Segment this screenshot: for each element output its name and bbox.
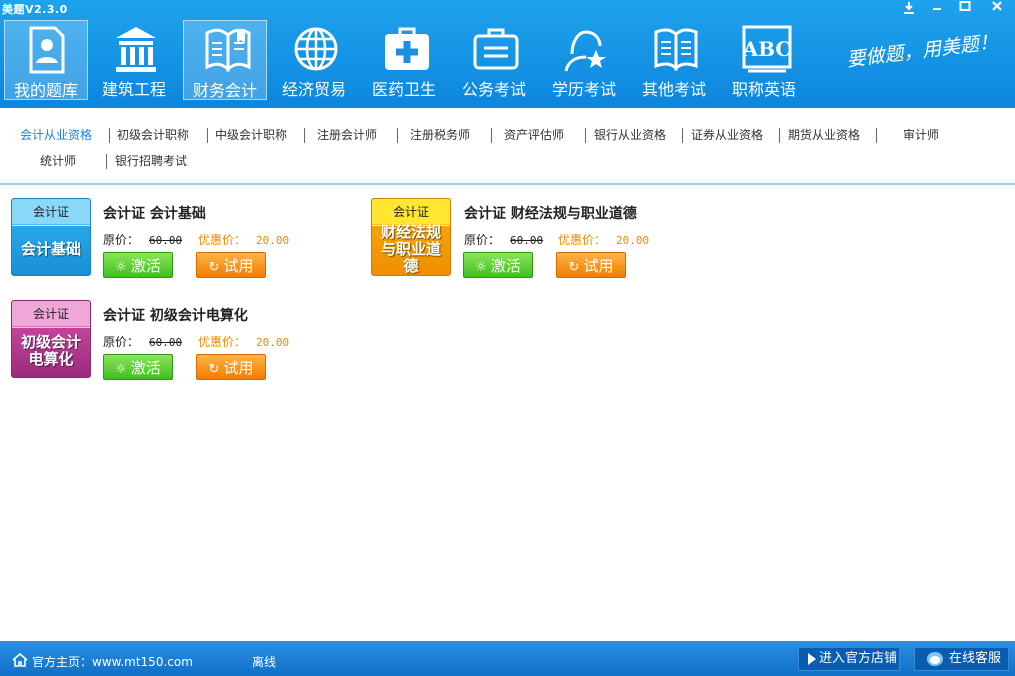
refresh-icon: ↻ — [208, 260, 220, 275]
graduate-star-icon — [564, 30, 606, 72]
sun-icon: ☼ — [115, 260, 127, 275]
nav-my-bank[interactable]: 我的题库 — [4, 20, 88, 100]
tab-tax-agent[interactable]: 注册税务师 — [410, 126, 470, 143]
download-button[interactable] — [898, 0, 920, 16]
refresh-icon: ↻ — [568, 260, 580, 275]
discount-price: 优惠价： 20.00 — [198, 335, 290, 349]
abc-icon: ABC — [742, 25, 792, 73]
tab-statistician[interactable]: 统计师 — [40, 152, 76, 169]
official-store-button[interactable]: 进入官方店铺 — [798, 647, 900, 671]
tab-asset-appraiser[interactable]: 资产评估师 — [504, 126, 564, 143]
header-bar: 美题V2.3.0 我的题库 建筑工程 财务会计 经济贸易 医药卫生 公务考试 学… — [0, 0, 1015, 108]
maximize-icon — [959, 1, 971, 11]
building-icon — [116, 27, 156, 72]
user-book-icon — [29, 26, 65, 74]
minimize-icon — [933, 8, 941, 10]
window-title: 美题V2.3.0 — [2, 3, 68, 16]
connection-status: 离线 — [252, 655, 277, 669]
discount-price: 优惠价： 20.00 — [558, 233, 650, 247]
tab-accounting-qualification[interactable]: 会计从业资格 — [20, 126, 92, 143]
svg-text:ABC: ABC — [742, 37, 791, 61]
online-service-button[interactable]: 在线客服 — [914, 647, 1009, 671]
close-icon — [992, 1, 1002, 11]
nav-finance[interactable]: 财务会计 — [183, 20, 267, 100]
sun-icon: ☼ — [475, 260, 487, 275]
trial-button[interactable]: ↻ 试用 — [556, 252, 626, 278]
open-book-icon — [654, 28, 698, 72]
tab-securities[interactable]: 证券从业资格 — [691, 126, 763, 143]
minimize-button[interactable] — [926, 0, 948, 16]
close-button[interactable] — [986, 0, 1008, 16]
trial-button[interactable]: ↻ 试用 — [196, 354, 266, 380]
nav-medical[interactable]: 医药卫生 — [362, 20, 446, 100]
category-tabs: 会计从业资格 初级会计职称 中级会计职称 注册会计师 注册税务师 资产评估师 银… — [0, 108, 1015, 185]
service-chat-icon — [927, 652, 943, 666]
globe-icon — [294, 27, 338, 71]
nav-civil-service[interactable]: 公务考试 — [452, 20, 536, 100]
tab-bank-recruitment[interactable]: 银行招聘考试 — [115, 152, 187, 169]
activate-button[interactable]: ☼ 激活 — [463, 252, 533, 278]
sun-icon: ☼ — [115, 362, 127, 377]
product-title: 会计证 初级会计电算化 — [103, 308, 248, 324]
maximize-button[interactable] — [954, 0, 976, 16]
play-arrow-icon — [808, 653, 816, 665]
product-title: 会计证 财经法规与职业道德 — [464, 206, 637, 222]
slogan: 要做题，用美题！ — [845, 30, 999, 72]
activate-button[interactable]: ☼ 激活 — [103, 354, 173, 380]
briefcase-icon — [473, 28, 519, 70]
tab-intermediate-accountant[interactable]: 中级会计职称 — [215, 126, 287, 143]
status-bar: 官方主页：www.mt150.com 离线 进入官方店铺 在线客服 — [0, 641, 1015, 676]
nav-other-exams[interactable]: 其他考试 — [632, 20, 716, 100]
product-badge[interactable]: 会计证 财经法规与职业道德 — [371, 198, 451, 276]
tab-auditor[interactable]: 审计师 — [903, 126, 939, 143]
medical-kit-icon — [385, 27, 429, 70]
nav-construction[interactable]: 建筑工程 — [92, 20, 176, 100]
product-title: 会计证 会计基础 — [103, 206, 206, 222]
activate-button[interactable]: ☼ 激活 — [103, 252, 173, 278]
trial-button[interactable]: ↻ 试用 — [196, 252, 266, 278]
homepage-link[interactable]: 官方主页：www.mt150.com — [32, 653, 193, 670]
tab-banking[interactable]: 银行从业资格 — [594, 126, 666, 143]
refresh-icon: ↻ — [208, 362, 220, 377]
original-price: 原价： 60.00 — [103, 233, 183, 247]
nav-academic[interactable]: 学历考试 — [542, 20, 626, 100]
product-badge[interactable]: 会计证 初级会计电算化 — [11, 300, 91, 378]
download-icon — [904, 2, 914, 14]
tab-futures[interactable]: 期货从业资格 — [788, 126, 860, 143]
tab-cpa[interactable]: 注册会计师 — [317, 126, 377, 143]
book-icon — [205, 28, 251, 73]
tab-junior-accountant[interactable]: 初级会计职称 — [117, 126, 189, 143]
nav-english[interactable]: ABC 职称英语 — [722, 20, 806, 100]
original-price: 原价： 60.00 — [103, 335, 183, 349]
discount-price: 优惠价： 20.00 — [198, 233, 290, 247]
nav-economy[interactable]: 经济贸易 — [272, 20, 356, 100]
original-price: 原价： 60.00 — [464, 233, 544, 247]
product-badge[interactable]: 会计证 会计基础 — [11, 198, 91, 276]
home-icon — [12, 652, 28, 667]
